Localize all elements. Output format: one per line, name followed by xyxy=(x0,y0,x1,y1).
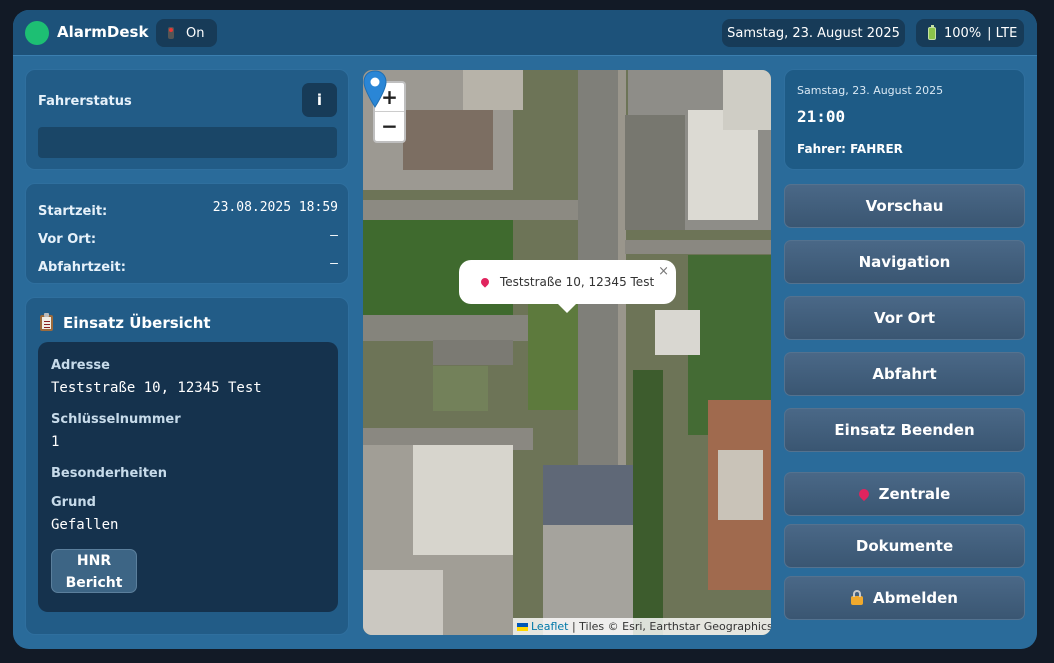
time-value: – xyxy=(330,256,338,271)
preview-button[interactable]: Vorschau xyxy=(784,184,1025,228)
battery-network-status: 100% | LTE xyxy=(916,19,1024,47)
map-view[interactable]: + − Teststraße 10, 12345 Test × Leaflet … xyxy=(363,70,771,635)
mission-overview-card: Einsatz Übersicht Adresse Teststraße 10,… xyxy=(25,297,349,635)
key-number-value: 1 xyxy=(51,434,60,450)
on-site-button[interactable]: Vor Ort xyxy=(784,296,1025,340)
lock-icon xyxy=(851,590,864,605)
documents-button[interactable]: Dokumente xyxy=(784,524,1025,568)
address-label: Adresse xyxy=(51,358,110,373)
clock-time: 21:00 xyxy=(797,107,846,126)
ukraine-flag-icon xyxy=(517,623,528,631)
clock-card: Samstag, 23. August 2025 21:00 Fahrer: F… xyxy=(784,69,1025,170)
driver-status-title: Fahrerstatus xyxy=(38,94,132,109)
network-type: | LTE xyxy=(987,25,1018,41)
address-value: Teststraße 10, 12345 Test xyxy=(51,380,262,396)
map-popup: Teststraße 10, 12345 Test × xyxy=(459,260,676,313)
map-marker-icon[interactable] xyxy=(363,70,387,108)
clipboard-icon xyxy=(40,313,53,331)
time-value: – xyxy=(330,228,338,243)
time-label: Vor Ort: xyxy=(38,232,97,247)
battery-level: 100% xyxy=(944,25,982,41)
app-window: AlarmDesk On Samstag, 23. August 2025 10… xyxy=(13,10,1037,649)
popup-close-button[interactable]: × xyxy=(658,264,669,279)
popup-address: Teststraße 10, 12345 Test xyxy=(500,275,655,289)
hnr-report-button[interactable]: HNR Bericht xyxy=(51,549,137,593)
logo-icon xyxy=(25,21,49,45)
logout-button[interactable]: Abmelden xyxy=(784,576,1025,620)
navigation-button[interactable]: Navigation xyxy=(784,240,1025,284)
driver-status-card: Fahrerstatus i xyxy=(25,69,349,170)
special-notes-label: Besonderheiten xyxy=(51,466,167,481)
battery-icon xyxy=(928,24,936,40)
key-number-label: Schlüsselnummer xyxy=(51,412,181,427)
leaflet-link[interactable]: Leaflet xyxy=(531,620,568,633)
times-card: Startzeit: 23.08.2025 18:59 Vor Ort: – A… xyxy=(25,183,349,284)
hnr-button-line1: HNR xyxy=(76,553,112,569)
traffic-light-icon xyxy=(168,27,174,39)
mission-details: Adresse Teststraße 10, 12345 Test Schlüs… xyxy=(38,342,338,612)
clock-date: Samstag, 23. August 2025 xyxy=(797,84,944,97)
map-attribution: Leaflet | Tiles © Esri, Earthstar Geogra… xyxy=(513,618,771,635)
mission-overview-title: Einsatz Übersicht xyxy=(40,313,211,332)
end-mission-button[interactable]: Einsatz Beenden xyxy=(784,408,1025,452)
driver-status-bar xyxy=(38,127,337,158)
status-label: On xyxy=(186,25,205,41)
time-value: 23.08.2025 18:59 xyxy=(212,200,338,215)
app-title: AlarmDesk xyxy=(57,23,149,41)
reason-label: Grund xyxy=(51,495,96,510)
pin-icon xyxy=(856,486,871,502)
zoom-out-button[interactable]: − xyxy=(375,112,404,141)
central-button[interactable]: Zentrale xyxy=(784,472,1025,516)
reason-value: Gefallen xyxy=(51,517,119,533)
time-label: Abfahrtzeit: xyxy=(38,260,126,275)
satellite-imagery xyxy=(363,70,771,635)
status-toggle[interactable]: On xyxy=(156,19,217,47)
time-label: Startzeit: xyxy=(38,204,108,219)
departure-button[interactable]: Abfahrt xyxy=(784,352,1025,396)
attribution-text: | Tiles © Esri, Earthstar Geographics xyxy=(568,620,771,633)
date-display: Samstag, 23. August 2025 xyxy=(722,19,905,47)
time-row-start: Startzeit: 23.08.2025 18:59 xyxy=(38,200,338,219)
driver-name: Fahrer: FAHRER xyxy=(797,142,903,156)
pin-icon xyxy=(479,276,491,288)
time-row-on-site: Vor Ort: – xyxy=(38,228,338,247)
info-button[interactable]: i xyxy=(302,83,337,117)
top-bar: AlarmDesk On Samstag, 23. August 2025 10… xyxy=(13,10,1037,56)
mission-overview-label: Einsatz Übersicht xyxy=(63,314,211,332)
central-button-label: Zentrale xyxy=(878,485,951,503)
hnr-button-line2: Bericht xyxy=(65,575,123,591)
time-row-departure: Abfahrtzeit: – xyxy=(38,256,338,275)
logout-button-label: Abmelden xyxy=(873,589,958,607)
